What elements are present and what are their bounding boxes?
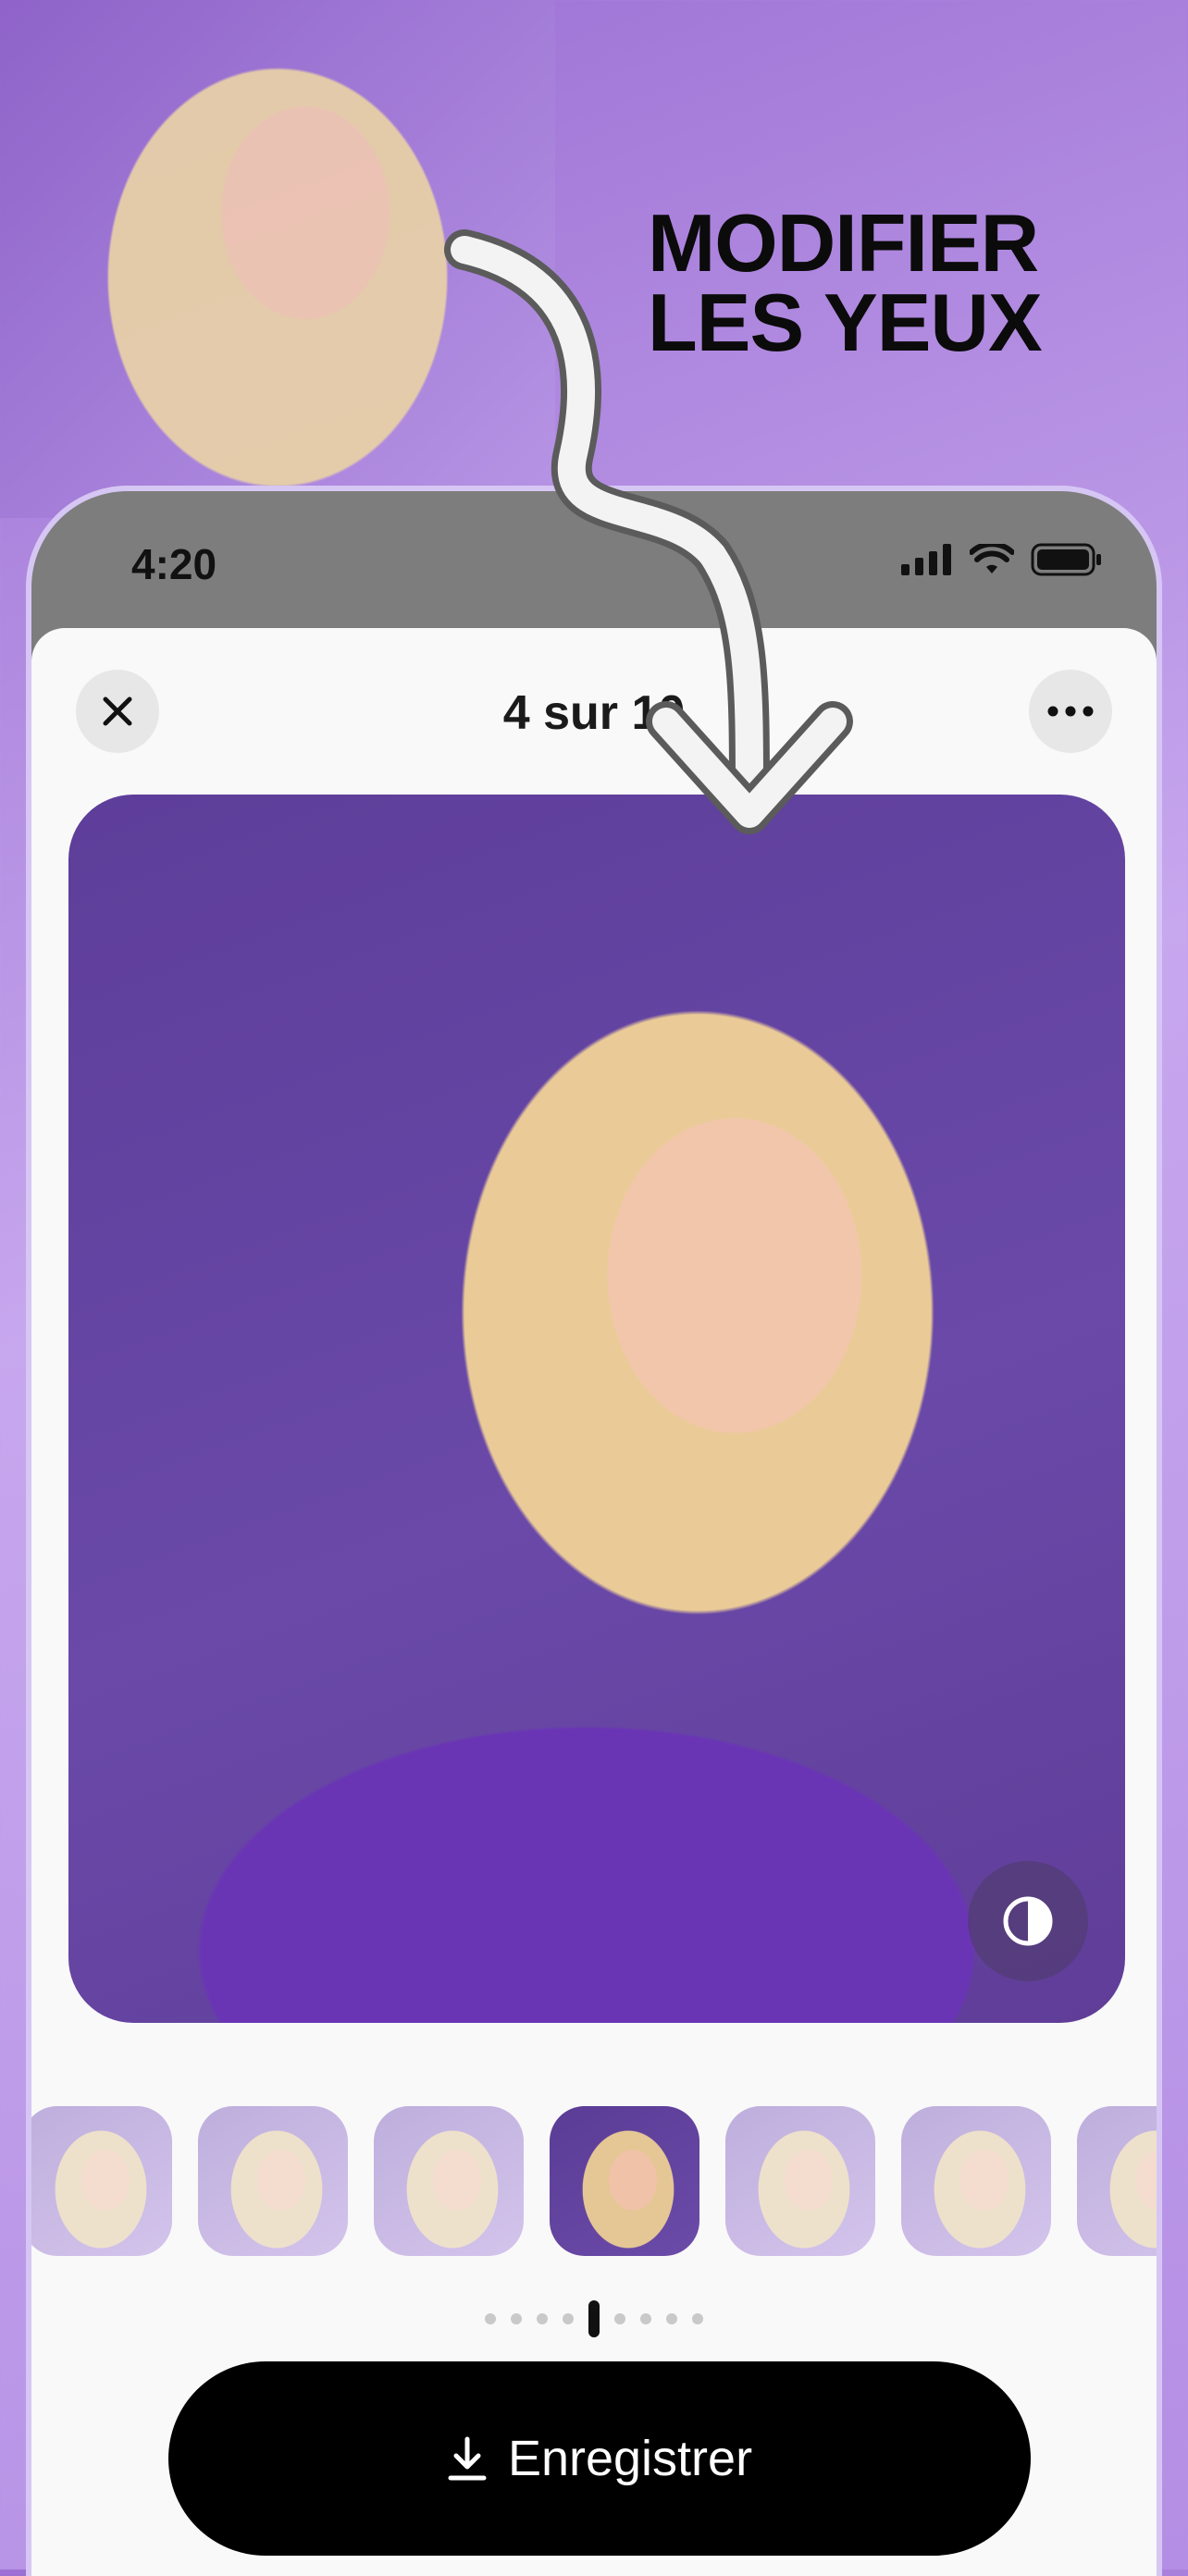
- save-button[interactable]: Enregistrer: [168, 2361, 1031, 2556]
- status-icons: [901, 543, 1103, 576]
- viewer-topbar: 4 sur 10: [31, 628, 1157, 795]
- download-icon: [448, 2436, 487, 2481]
- page-dot-active: [588, 2300, 600, 2337]
- page-dot: [640, 2313, 651, 2324]
- page-dot: [563, 2313, 574, 2324]
- page-dot: [692, 2313, 703, 2324]
- more-options-button[interactable]: [1029, 670, 1112, 753]
- thumbnail[interactable]: [198, 2106, 348, 2256]
- thumbnail-selected[interactable]: [550, 2106, 699, 2256]
- compare-icon: [1003, 1896, 1053, 1946]
- photo-counter: 4 sur 10: [502, 686, 686, 740]
- thumbnail[interactable]: [31, 2106, 172, 2256]
- save-button-label: Enregistrer: [507, 2431, 753, 2486]
- page-dot: [537, 2313, 548, 2324]
- promo-headline: MODIFIER LES YEUX: [648, 197, 1129, 368]
- more-icon: [1047, 706, 1094, 717]
- page-dot: [511, 2313, 522, 2324]
- page-dot: [485, 2313, 496, 2324]
- background-portrait: [0, 0, 555, 518]
- battery-icon: [1031, 543, 1101, 576]
- status-bar: 4:20: [31, 491, 1157, 630]
- status-time: 4:20: [131, 540, 217, 588]
- signal-icon: [901, 544, 951, 575]
- compare-button[interactable]: [968, 1861, 1088, 1981]
- page-dot: [666, 2313, 677, 2324]
- headline-line-1: MODIFIER: [648, 197, 1039, 289]
- thumbnail[interactable]: [1077, 2106, 1157, 2256]
- headline-line-2: LES YEUX: [648, 277, 1043, 368]
- main-photo: [68, 795, 1125, 2023]
- thumbnail[interactable]: [374, 2106, 524, 2256]
- thumbnail[interactable]: [901, 2106, 1051, 2256]
- thumbnail-strip: [31, 2106, 1157, 2256]
- thumbnail[interactable]: [725, 2106, 875, 2256]
- page-dot: [614, 2313, 625, 2324]
- wifi-icon: [970, 544, 1014, 573]
- phone-frame: 4:20 4 sur 10 Enregistrer: [26, 486, 1162, 2576]
- app-screen: 4 sur 10 Enregistrer: [31, 628, 1157, 2576]
- page-indicator: [31, 2300, 1157, 2337]
